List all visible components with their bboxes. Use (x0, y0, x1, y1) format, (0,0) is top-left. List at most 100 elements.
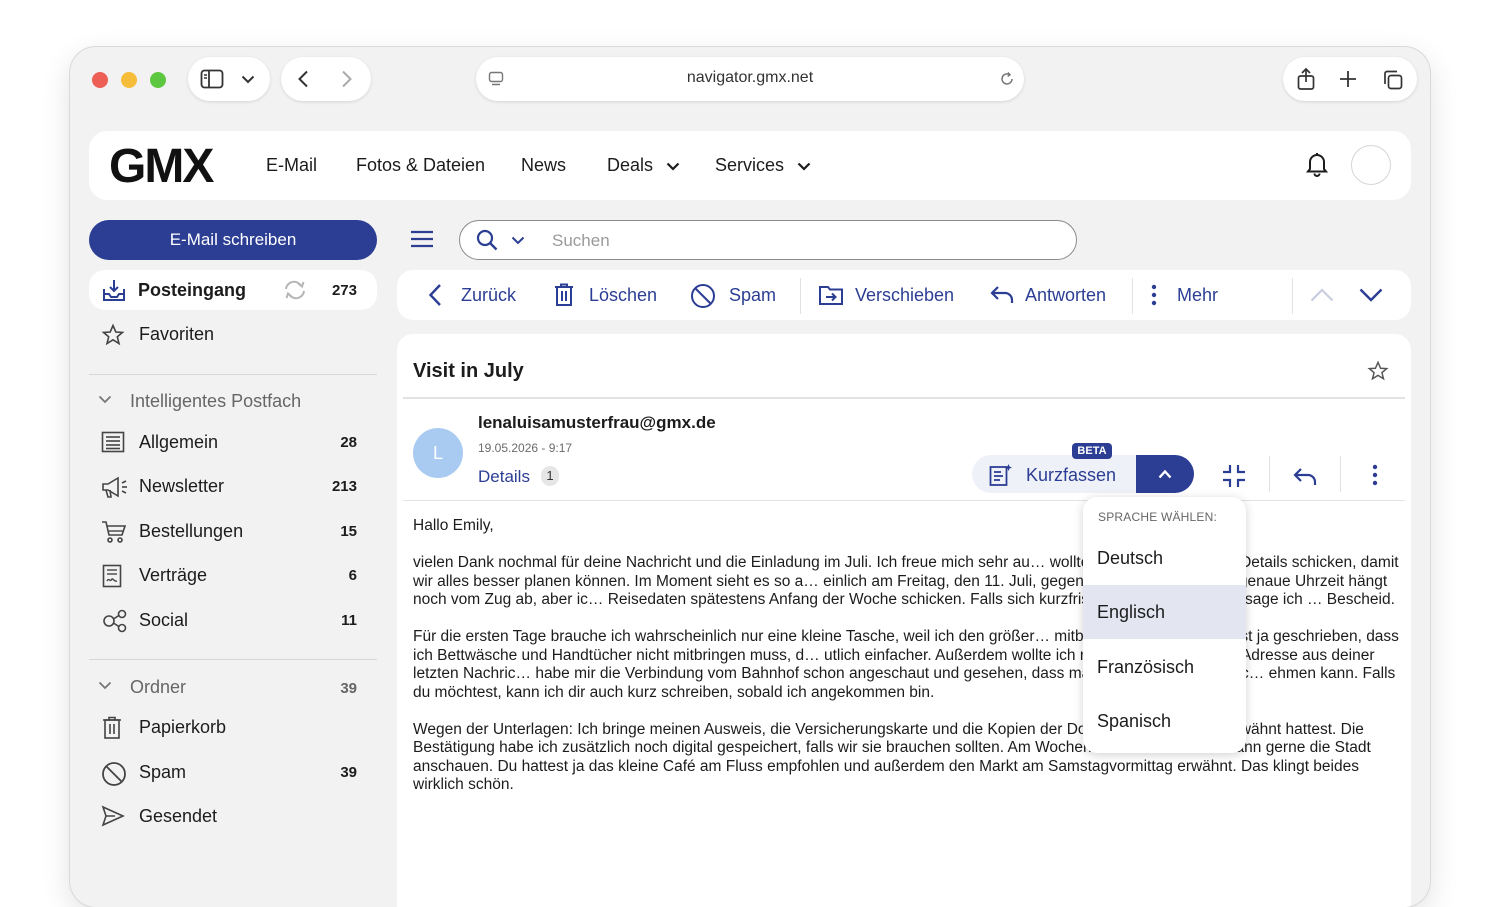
nav-email[interactable]: E-Mail (266, 155, 317, 176)
browser-actions-group (1283, 57, 1417, 101)
sidebar-toggle-icon[interactable] (200, 69, 224, 89)
nav-services[interactable]: Services (715, 155, 811, 176)
more-vertical-icon[interactable] (1371, 463, 1379, 487)
share-icon[interactable] (1296, 67, 1316, 91)
collapse-icon[interactable] (1222, 464, 1246, 488)
language-dropdown-toggle[interactable] (1136, 455, 1194, 493)
compose-button[interactable]: E-Mail schreiben (89, 220, 377, 260)
reply-button[interactable]: Antworten (989, 270, 1114, 320)
maximize-window-button[interactable] (150, 72, 166, 88)
nav-news[interactable]: News (521, 155, 566, 176)
sidebar-item-vertraege[interactable]: Verträge 6 (89, 555, 377, 595)
mail-view: Visit in July L lenaluisamusterfrau@gmx.… (397, 334, 1411, 907)
sidebar-item-spam[interactable]: Spam 39 (89, 752, 377, 792)
smart-inbox-toggle[interactable]: Intelligentes Postfach (89, 386, 377, 416)
menu-icon[interactable] (410, 230, 434, 248)
sidebar-item-bestellungen[interactable]: Bestellungen 15 (89, 511, 377, 551)
sidebar-item-label: Newsletter (139, 476, 225, 496)
more-vertical-icon (1151, 284, 1157, 306)
browser-back-icon[interactable] (297, 70, 309, 88)
arrow-left-icon (428, 284, 441, 306)
sidebar-item-allgemein[interactable]: Allgemein 28 (89, 422, 377, 462)
browser-forward-icon[interactable] (341, 70, 353, 88)
sidebar-divider (89, 374, 377, 375)
sidebar-item-label: Social (139, 610, 189, 630)
delete-label: Löschen (589, 285, 658, 305)
language-option-englisch[interactable]: Englisch (1083, 585, 1246, 639)
summarize-button[interactable]: Kurzfassen (972, 455, 1136, 493)
sidebar-item-label: Papierkorb (139, 717, 227, 737)
next-mail-icon[interactable] (1359, 288, 1383, 302)
search-icon[interactable] (476, 229, 498, 251)
chevron-up-icon (1158, 469, 1172, 479)
beta-badge: BETA (1072, 443, 1112, 459)
spam-label: Spam (729, 285, 777, 305)
more-button[interactable]: Mehr (1150, 270, 1260, 320)
url-text[interactable]: navigator.gmx.net (476, 69, 1024, 87)
spam-button[interactable]: Spam (690, 270, 780, 320)
search-input[interactable]: Suchen (552, 231, 610, 251)
sidebar-toggle-group[interactable] (188, 57, 270, 101)
sidebar-item-social[interactable]: Social 11 (89, 600, 377, 640)
gmx-header: GMX E-Mail Fotos & Dateien News Deals Se… (89, 131, 1411, 200)
reply-icon[interactable] (1292, 465, 1318, 487)
back-button[interactable]: Zurück (425, 270, 525, 320)
sidebar-item-papierkorb[interactable]: Papierkorb (89, 707, 377, 747)
chevron-down-icon (98, 395, 112, 404)
mail-paragraph: Wegen der Unterlagen: Ich bringe meinen … (413, 720, 1371, 794)
mail-date: 19.05.2026 - 9:17 (478, 441, 573, 455)
summarize-label: Kurzfassen (1026, 465, 1117, 485)
folders-toggle[interactable]: Ordner 39 (89, 672, 377, 702)
smart-inbox-label: Intelligentes Postfach (130, 391, 302, 411)
sender-avatar: L (413, 428, 463, 478)
language-option-deutsch[interactable]: Deutsch (1083, 531, 1246, 585)
chevron-down-icon[interactable] (241, 75, 255, 84)
reply-label: Antworten (1025, 285, 1107, 305)
summarize-icon (989, 464, 1012, 486)
close-window-button[interactable] (92, 72, 108, 88)
chevron-down-icon (98, 681, 112, 690)
subject-divider (403, 397, 1405, 399)
chevron-down-icon[interactable] (511, 236, 525, 245)
nav-deals-label: Deals (607, 155, 654, 175)
avatar[interactable] (1351, 145, 1391, 185)
back-label: Zurück (461, 285, 517, 305)
sidebar-item-newsletter[interactable]: Newsletter 213 (89, 466, 377, 506)
sidebar-item-label: Allgemein (139, 432, 219, 452)
details-count-badge: 1 (541, 466, 559, 486)
delete-button[interactable]: Löschen (553, 270, 663, 320)
more-label: Mehr (1177, 285, 1219, 305)
sender-address[interactable]: lenaluisamusterfrau@gmx.de (478, 413, 716, 433)
inbox-icon (103, 280, 125, 301)
search-bar[interactable]: Suchen (459, 220, 1077, 260)
sidebar-item-count: 15 (340, 523, 357, 540)
sidebar-item-gesendet[interactable]: Gesendet (89, 796, 377, 836)
trash-icon (103, 716, 121, 739)
nav-photos-files[interactable]: Fotos & Dateien (356, 155, 485, 176)
sidebar-item-favorites[interactable]: Favoriten (89, 314, 377, 354)
move-button[interactable]: Verschieben (818, 270, 958, 320)
details-link[interactable]: Details (478, 467, 530, 487)
gmx-logo[interactable]: GMX (109, 139, 214, 194)
previous-mail-icon[interactable] (1310, 288, 1334, 302)
cart-icon (102, 521, 127, 543)
bell-icon[interactable] (1306, 151, 1328, 177)
browser-window: navigator.gmx.net GMX E-Mail Fotos & Dat… (70, 47, 1430, 907)
refresh-icon[interactable] (282, 280, 308, 300)
new-tab-icon[interactable] (1339, 70, 1357, 88)
sidebar-divider (89, 659, 377, 660)
url-bar[interactable]: navigator.gmx.net (476, 57, 1024, 101)
star-icon[interactable] (1367, 360, 1389, 382)
inbox-label: Posteingang (138, 280, 247, 300)
language-option-label: Deutsch (1097, 548, 1164, 568)
language-option-spanisch[interactable]: Spanisch (1083, 694, 1246, 748)
reload-icon[interactable] (999, 71, 1015, 87)
nav-deals[interactable]: Deals (607, 155, 680, 176)
mail-subject: Visit in July (413, 360, 524, 382)
sidebar-item-inbox[interactable]: Posteingang 273 (89, 270, 377, 310)
send-icon (101, 805, 125, 827)
language-option-franzoesisch[interactable]: Französisch (1083, 640, 1246, 694)
list-icon (101, 431, 125, 453)
minimize-window-button[interactable] (121, 72, 137, 88)
tab-overview-icon[interactable] (1382, 69, 1404, 91)
